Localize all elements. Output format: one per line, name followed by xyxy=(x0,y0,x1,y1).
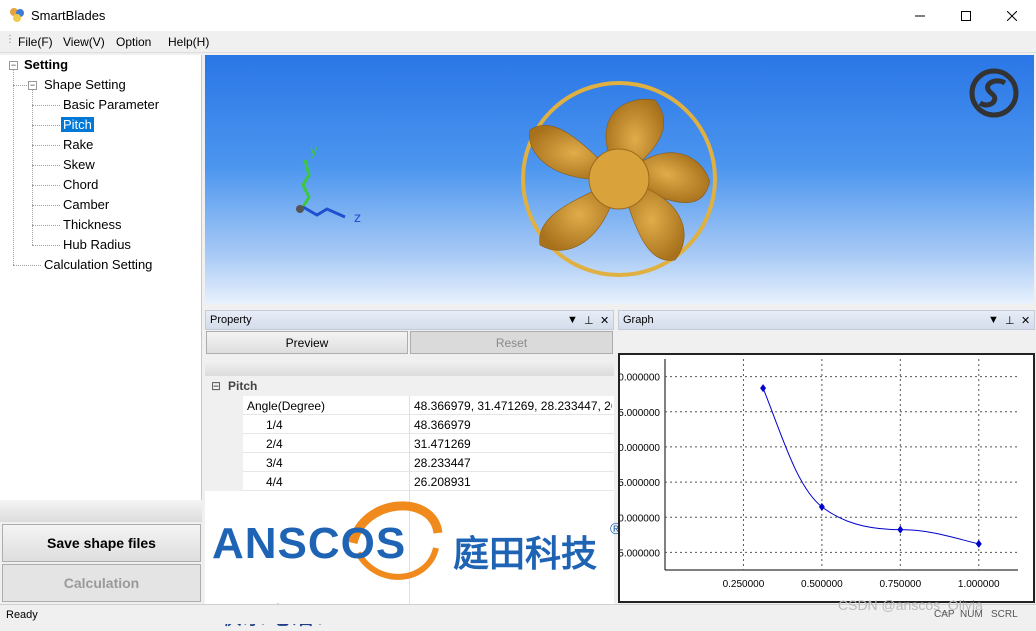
tree-item-thickness[interactable]: Thickness xyxy=(63,217,122,232)
property-name: 3/4 xyxy=(266,456,283,470)
menu-view[interactable]: View(V) xyxy=(63,35,105,49)
status-text: Ready xyxy=(6,609,38,621)
collapse-setting-icon[interactable]: − xyxy=(9,61,18,70)
y-tick-label: 5.000000 xyxy=(620,548,660,559)
close-icon xyxy=(1007,10,1017,21)
indent-gutter xyxy=(205,396,243,491)
category-row: ⊟ Pitch xyxy=(205,376,614,396)
x-tick-label: 0.250000 xyxy=(723,579,765,590)
property-toolbar xyxy=(205,360,614,376)
property-value[interactable]: 48.366979 xyxy=(414,418,471,432)
category-label: Pitch xyxy=(228,379,258,393)
y-tick-label: 0.000000 xyxy=(620,373,660,384)
data-point xyxy=(897,525,904,534)
axis-indicator: y z xyxy=(296,144,361,226)
close-panel-icon[interactable]: ✕ xyxy=(1021,314,1030,327)
graph-panel-title: Graph xyxy=(623,314,654,326)
minimize-button[interactable] xyxy=(897,0,943,31)
graph-area[interactable]: 0.250000 0.500000 0.750000 1.000000 0.000000… xyxy=(618,353,1035,603)
tree-item-pitch[interactable]: Pitch xyxy=(61,117,94,132)
reset-button[interactable]: Reset xyxy=(410,331,613,354)
num-indicator: NUM xyxy=(960,609,983,620)
watermark-overlay: ANSCOS 庭田科技 ® 联系电话：400-633-6358 xyxy=(210,493,630,630)
brand-logo-icon xyxy=(969,68,1019,118)
scroll-indicator: SCRL xyxy=(991,609,1018,620)
data-point xyxy=(760,384,767,393)
tree-item-chord[interactable]: Chord xyxy=(63,177,98,192)
data-point xyxy=(818,502,825,511)
propeller-hub xyxy=(588,148,650,210)
property-panel-title: Property xyxy=(210,314,252,326)
menu-help[interactable]: Help(H) xyxy=(168,35,209,49)
pitch-chart: 0.250000 0.500000 0.750000 1.000000 0.000000… xyxy=(618,359,1018,590)
calculation-button[interactable]: Calculation xyxy=(2,564,201,602)
app-icon xyxy=(10,8,24,22)
pin-icon[interactable]: ⊥ xyxy=(1005,314,1015,327)
collapse-category-icon[interactable]: ⊟ xyxy=(211,379,221,393)
property-value[interactable]: 28.233447 xyxy=(414,456,471,470)
y-tick-label: 5.000000 xyxy=(620,478,660,489)
graph-toolbar xyxy=(618,331,1035,353)
y-tick-label: 5.000000 xyxy=(620,408,660,419)
property-value: 48.366979, 31.471269, 28.233447, 26.... xyxy=(414,399,612,413)
left-panel-strip xyxy=(0,500,202,522)
window-title: SmartBlades xyxy=(31,8,106,23)
data-point xyxy=(975,539,982,548)
property-value[interactable]: 26.208931 xyxy=(414,475,471,489)
brand-logo-text: ANSCOS xyxy=(212,519,407,568)
property-name: 2/4 xyxy=(266,437,283,451)
tree-item-calculation-setting[interactable]: Calculation Setting xyxy=(44,257,152,272)
y-tick-label: 0.000000 xyxy=(620,513,660,524)
maximize-icon xyxy=(961,10,971,21)
title-bar: SmartBlades xyxy=(0,0,1036,31)
preview-button[interactable]: Preview xyxy=(206,331,408,354)
menu-option[interactable]: Option xyxy=(116,35,151,49)
tree-item-camber[interactable]: Camber xyxy=(63,197,109,212)
svg-text:y: y xyxy=(310,144,318,159)
tree-item-shape-setting[interactable]: Shape Setting xyxy=(44,77,126,92)
minimize-icon xyxy=(915,15,925,16)
dropdown-icon[interactable]: ▼ xyxy=(567,314,578,326)
svg-text:z: z xyxy=(354,211,361,226)
save-shape-files-button[interactable]: Save shape files xyxy=(2,524,201,562)
3d-viewport[interactable]: y z xyxy=(205,55,1034,304)
tree-item-basic-parameter[interactable]: Basic Parameter xyxy=(63,97,159,112)
property-name: Angle(Degree) xyxy=(247,399,326,413)
menu-bar: ⋮ File(F) View(V) Option Help(H) xyxy=(0,31,1036,53)
property-name: 4/4 xyxy=(266,475,283,489)
collapse-shape-setting-icon[interactable]: − xyxy=(28,81,37,90)
property-panel-header: Property ▼ ⊥ ✕ xyxy=(205,310,614,330)
brand-cn-text: 庭田科技 xyxy=(453,533,598,574)
menu-file[interactable]: File(F) xyxy=(18,35,53,49)
tree-item-rake[interactable]: Rake xyxy=(63,137,93,152)
status-bar: Ready CSDN @anscos_Olivia CAP NUM SCRL xyxy=(0,597,1036,624)
close-panel-icon[interactable]: ✕ xyxy=(600,314,609,327)
tree-item-setting[interactable]: Setting xyxy=(24,57,68,72)
tree-item-hub-radius[interactable]: Hub Radius xyxy=(63,237,131,252)
caps-indicator: CAP xyxy=(934,609,955,620)
tree-item-skew[interactable]: Skew xyxy=(63,157,95,172)
y-tick-label: 0.000000 xyxy=(620,443,660,454)
close-button[interactable] xyxy=(989,0,1035,31)
x-tick-label: 0.500000 xyxy=(801,579,843,590)
x-tick-label: 0.750000 xyxy=(879,579,921,590)
property-value[interactable]: 31.471269 xyxy=(414,437,471,451)
graph-panel-header: Graph ▼ ⊥ ✕ xyxy=(618,310,1035,330)
propeller-model: y z xyxy=(296,68,1019,277)
dropdown-icon[interactable]: ▼ xyxy=(988,314,999,326)
grip-icon: ⋮ xyxy=(5,34,15,45)
maximize-button[interactable] xyxy=(943,0,989,31)
pin-icon[interactable]: ⊥ xyxy=(584,314,594,327)
settings-tree: − Setting − Shape Setting Basic Paramete… xyxy=(0,55,202,500)
property-name: 1/4 xyxy=(266,418,283,432)
x-tick-label: 1.000000 xyxy=(958,579,1000,590)
